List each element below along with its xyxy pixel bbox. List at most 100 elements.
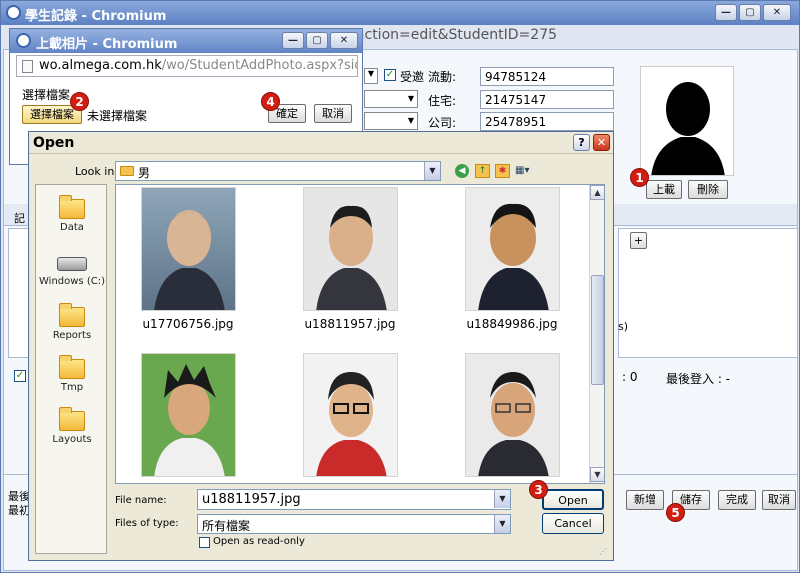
file-name-field[interactable]: u18811957.jpg ▼ [197, 489, 511, 510]
help-button[interactable]: ? [573, 134, 590, 151]
place-tmp[interactable]: Tmp [36, 355, 108, 393]
last-login-text: 最後登入 : - [666, 372, 731, 386]
read-only-checkbox[interactable] [199, 537, 210, 548]
popup-minimize-button[interactable]: — [282, 32, 304, 49]
look-in-dropdown-arrow[interactable]: ▼ [424, 162, 440, 180]
place-layouts[interactable]: Layouts [36, 407, 108, 445]
home-field[interactable]: 21475147 [480, 90, 614, 109]
file-thumbnail[interactable] [288, 353, 412, 483]
place-label: Tmp [60, 382, 84, 393]
file-name-caption: u17706756.jpg [142, 317, 234, 331]
maximize-button[interactable]: ▢ [739, 4, 761, 21]
dialog-titlebar: Open ? ✕ [29, 132, 613, 154]
new-folder-icon[interactable]: ✱ [495, 164, 510, 178]
office-field[interactable]: 25478951 [480, 112, 614, 131]
file-list-scrollbar[interactable]: ▲ ▼ [589, 185, 604, 483]
folder-icon [59, 407, 85, 431]
file-thumbnail[interactable] [126, 353, 250, 483]
cancel-button[interactable]: 取消 [762, 490, 796, 510]
look-in-combo[interactable]: 男 ▼ [115, 161, 441, 181]
photo-thumbnail-image [140, 353, 236, 477]
photo-thumbnail-image [302, 353, 398, 477]
file-thumbnail[interactable] [450, 353, 574, 483]
file-thumbnail[interactable]: u18849986.jpg [450, 187, 574, 331]
file-type-value: 所有檔案 [202, 519, 251, 533]
main-url-text: &action=edit&StudentID=275 [345, 27, 558, 43]
mobile-field[interactable]: 94785124 [480, 67, 614, 86]
place-label: Reports [52, 330, 92, 341]
dialog-close-button[interactable]: ✕ [593, 134, 610, 151]
step-badge-5: 5 [666, 503, 685, 522]
open-button[interactable]: Open [542, 489, 604, 510]
home-label: 住宅: [428, 94, 457, 108]
photo-thumbnail-image [140, 187, 236, 311]
done-button[interactable]: 完成 [718, 490, 756, 510]
chromium-icon [16, 33, 31, 48]
photo-delete-button[interactable]: 刪除 [688, 180, 728, 199]
contact-select-2[interactable]: ▼ [364, 90, 418, 108]
popup-title: 上載相片 - Chromium [36, 37, 178, 52]
resize-grip-icon[interactable]: ⋰ [599, 546, 611, 558]
photo-upload-button[interactable]: 上載 [646, 180, 682, 199]
scroll-up-button[interactable]: ▲ [590, 185, 604, 200]
add-row-button[interactable]: + [630, 232, 647, 249]
place-label: Data [60, 222, 84, 233]
right-list-stub: s) [618, 320, 629, 333]
left-bottom-stub-2: 最初 [8, 504, 30, 517]
no-file-text: 未選擇檔案 [87, 109, 148, 123]
place-label: Layouts [52, 434, 92, 445]
folder-icon [59, 303, 85, 327]
place-label: Windows (C:) [39, 276, 105, 287]
new-button[interactable]: 新增 [626, 490, 664, 510]
file-thumbnail[interactable]: u17706756.jpg [126, 187, 250, 331]
file-thumbnail[interactable]: u18811957.jpg [288, 187, 412, 331]
file-name-value: u18811957.jpg [202, 492, 301, 507]
look-in-label: Look in: [75, 165, 118, 178]
file-type-label: Files of type: [115, 518, 179, 529]
invite-label: 受邀 [400, 70, 425, 84]
popup-close-button[interactable]: ✕ [330, 32, 358, 49]
folder-icon [59, 195, 85, 219]
popup-url-path: /wo/StudentAddPhoto.aspx?sid [161, 58, 358, 73]
folder-icon [120, 166, 134, 176]
chromium-icon [6, 5, 21, 20]
file-name-dropdown-arrow[interactable]: ▼ [494, 490, 510, 508]
place-reports[interactable]: Reports [36, 303, 108, 341]
file-type-select[interactable]: 所有檔案 ▼ [197, 514, 511, 534]
up-folder-icon[interactable]: ↑ [475, 164, 490, 178]
office-label: 公司: [428, 116, 457, 130]
contact-select-1[interactable]: ▼ [364, 68, 378, 84]
dialog-cancel-button[interactable]: Cancel [542, 513, 604, 534]
look-in-value: 男 [138, 166, 151, 180]
select-file-label: 選擇檔案 [22, 88, 71, 102]
file-name-label: File name: [115, 495, 167, 506]
photo-thumbnail-image [302, 187, 398, 311]
read-only-label: Open as read-only [213, 536, 305, 547]
scroll-down-button[interactable]: ▼ [590, 467, 604, 482]
popup-maximize-button[interactable]: ▢ [306, 32, 328, 49]
invite-checkbox[interactable]: ✓ [384, 69, 396, 81]
photo-thumbnail-image [464, 353, 560, 477]
places-bar: Data Windows (C:) Reports Tmp Layouts [35, 184, 107, 554]
step-badge-4: 4 [261, 92, 280, 111]
file-type-dropdown-arrow[interactable]: ▼ [494, 515, 510, 533]
place-windows-c[interactable]: Windows (C:) [36, 253, 108, 287]
file-list-pane: u17706756.jpg u18811957.jpg u18849986.jp… [115, 184, 605, 484]
scroll-thumb[interactable] [591, 275, 604, 385]
mobile-label: 流動: [428, 70, 457, 84]
close-button[interactable]: ✕ [763, 4, 791, 21]
back-icon[interactable]: ◀ [455, 164, 469, 178]
left-checkbox[interactable]: ✓ [14, 370, 26, 382]
dialog-title: Open [33, 135, 75, 151]
count-text: : 0 [622, 370, 638, 384]
step-badge-3: 3 [529, 480, 548, 499]
place-data[interactable]: Data [36, 195, 108, 233]
page-icon [22, 60, 33, 73]
minimize-button[interactable]: — [715, 4, 737, 21]
view-menu-icon[interactable]: ▦▾ [515, 164, 539, 178]
contact-select-3[interactable]: ▼ [364, 112, 418, 130]
left-tab-stub[interactable]: 記 [14, 210, 25, 226]
popup-cancel-button[interactable]: 取消 [314, 104, 352, 123]
popup-address-bar[interactable]: wo.almega.com.hk/wo/StudentAddPhoto.aspx… [16, 55, 358, 77]
file-name-caption: u18849986.jpg [466, 317, 558, 331]
